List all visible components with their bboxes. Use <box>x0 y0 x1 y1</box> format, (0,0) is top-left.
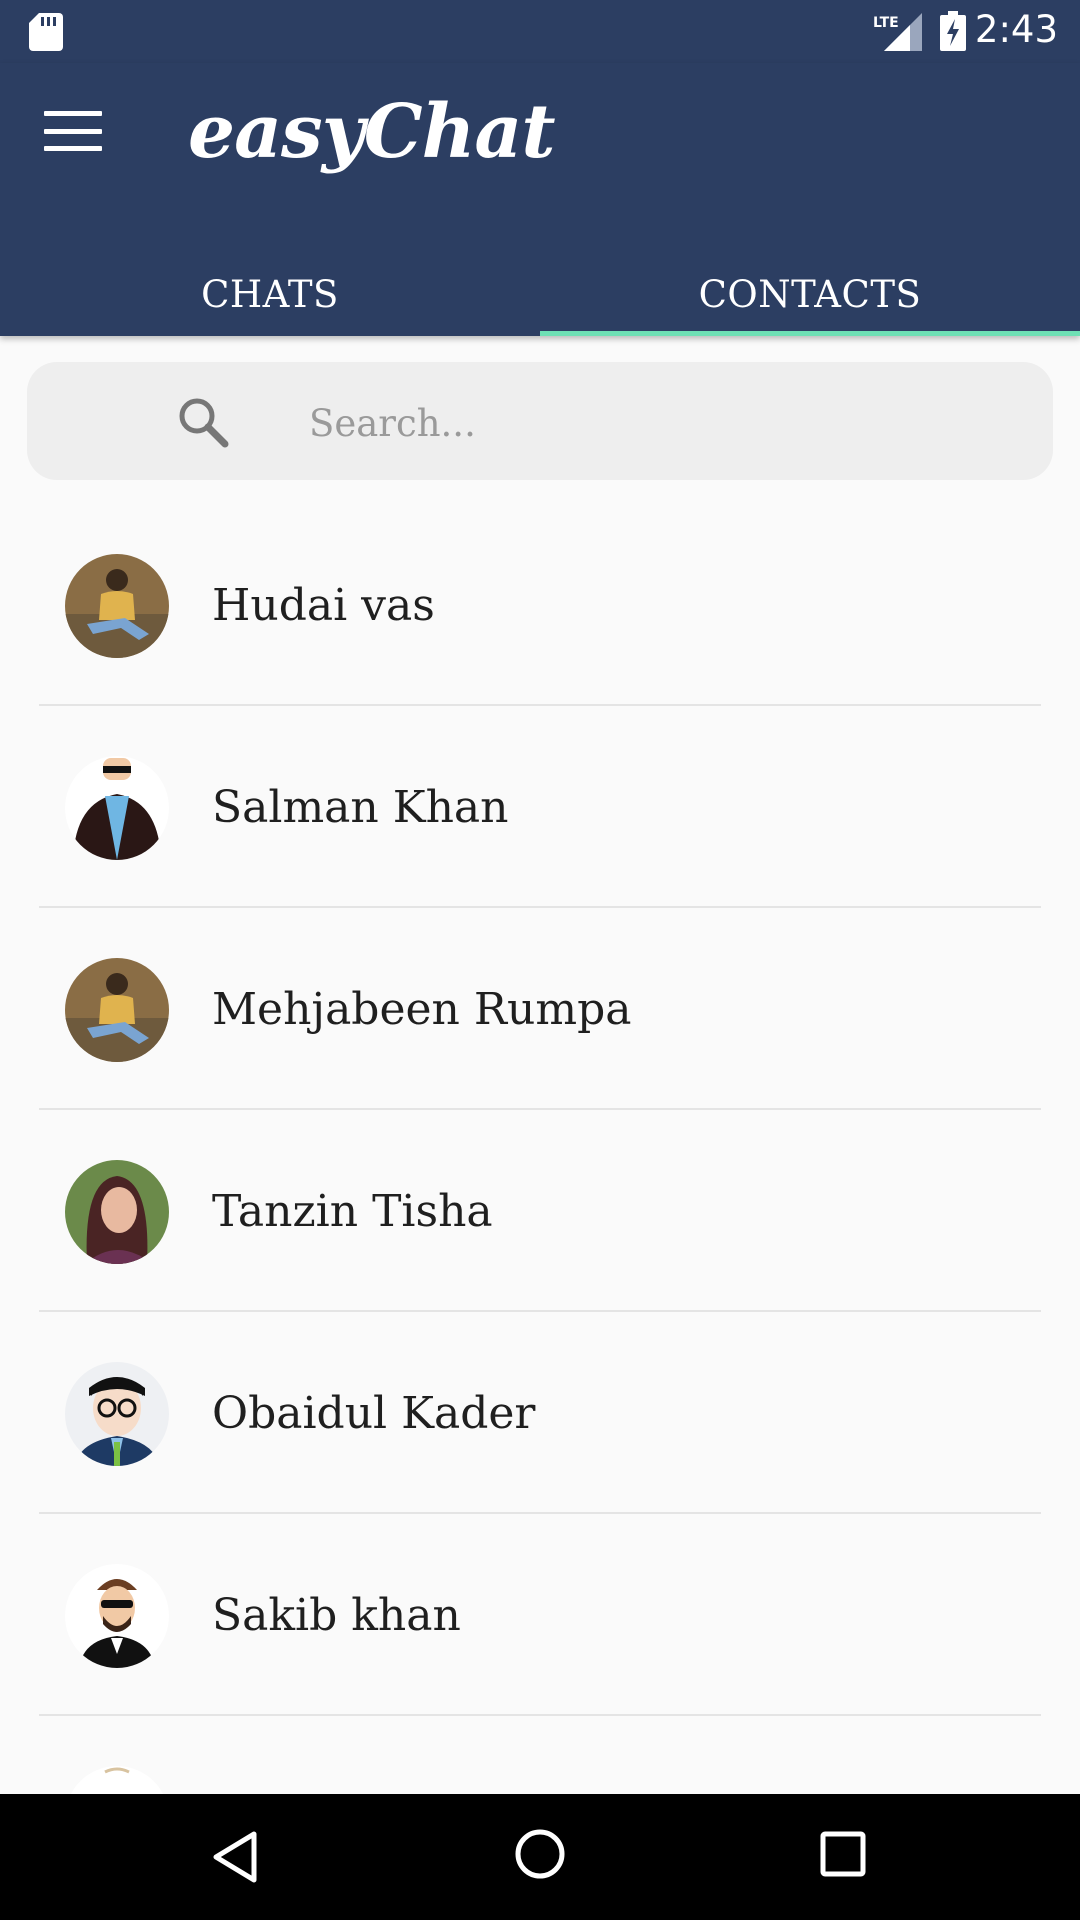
avatar-photo-woman <box>65 1160 169 1264</box>
contact-name: Hudai vas <box>212 580 435 631</box>
contacts-list: Hudai vas Salman Khan Mehjabeen Rumpa Ta… <box>0 504 1080 1918</box>
avatar-photo-girl <box>65 958 169 1062</box>
lte-signal-icon: LTE <box>873 13 922 51</box>
recents-icon[interactable] <box>820 1831 866 1877</box>
contact-name: Salman Khan <box>212 782 509 833</box>
home-icon[interactable] <box>513 1827 567 1881</box>
contact-item[interactable]: Mehjabeen Rumpa <box>0 908 1080 1110</box>
system-nav-bar <box>0 1794 1080 1920</box>
status-time: 2:43 <box>974 8 1058 51</box>
battery-charging-icon <box>940 11 966 51</box>
tab-chats[interactable]: CHATS <box>0 253 540 336</box>
tab-contacts[interactable]: CONTACTS <box>540 253 1080 336</box>
contact-item[interactable]: Sakib khan <box>0 1514 1080 1716</box>
sd-card-icon <box>29 13 63 51</box>
search-bar <box>27 362 1053 480</box>
contact-name: Sakib khan <box>212 1590 461 1641</box>
avatar-cartoon-man-beard <box>65 1564 169 1668</box>
contact-item[interactable]: Salman Khan <box>0 706 1080 908</box>
contact-name: Tanzin Tisha <box>212 1186 493 1237</box>
hamburger-menu-icon[interactable] <box>40 111 106 151</box>
back-icon[interactable] <box>210 1830 260 1884</box>
status-bar: LTE 2:43 <box>0 0 1080 63</box>
avatar-cartoon-man-sunglasses <box>65 756 169 860</box>
app-bar: easyChat CHATS CONTACTS <box>0 63 1080 336</box>
lte-label: LTE <box>873 15 899 31</box>
tab-bar: CHATS CONTACTS <box>0 253 1080 336</box>
contact-name: Mehjabeen Rumpa <box>212 984 632 1035</box>
contact-name: Obaidul Kader <box>212 1388 536 1439</box>
avatar-cartoon-man-glasses <box>65 1362 169 1466</box>
avatar-photo-girl <box>65 554 169 658</box>
contact-item[interactable]: Obaidul Kader <box>0 1312 1080 1514</box>
search-icon <box>179 398 229 448</box>
contact-item[interactable]: Hudai vas <box>0 504 1080 706</box>
app-title: easyChat <box>188 89 556 175</box>
contact-item[interactable]: Tanzin Tisha <box>0 1110 1080 1312</box>
search-input[interactable] <box>307 392 1011 454</box>
